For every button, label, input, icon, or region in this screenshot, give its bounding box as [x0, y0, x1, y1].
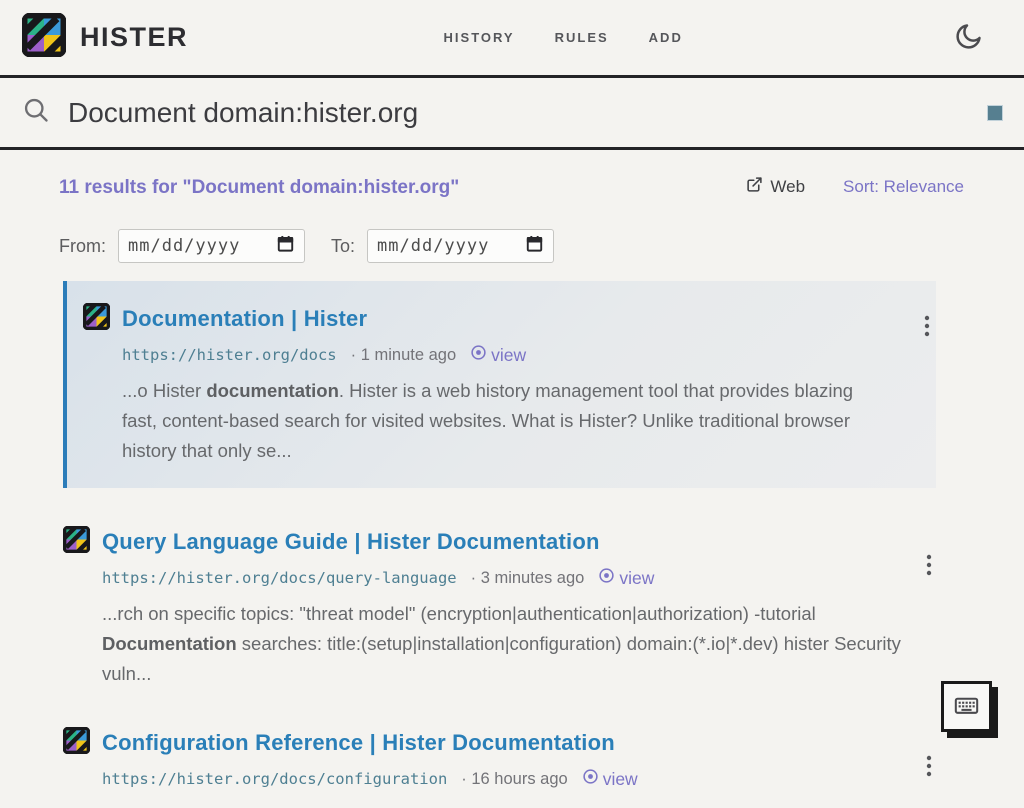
search-icon [22, 96, 50, 129]
external-link-icon [746, 176, 763, 198]
result-time: · 16 hours ago [461, 770, 567, 789]
result-menu-button[interactable] [922, 751, 936, 781]
result-menu-button[interactable] [920, 311, 934, 341]
to-date-input[interactable]: mm/dd/yyyy [367, 229, 554, 263]
calendar-icon[interactable] [525, 234, 544, 258]
eye-icon [598, 567, 615, 589]
main-nav: HISTORY RULES ADD [444, 30, 683, 45]
from-label: From: [59, 236, 106, 257]
hister-logo-icon [22, 13, 66, 62]
view-link[interactable]: view [598, 567, 654, 589]
nav-item-add[interactable]: ADD [649, 30, 683, 45]
nav-item-rules[interactable]: RULES [555, 30, 609, 45]
search-caret-indicator [988, 106, 1002, 120]
brand-name: HISTER [80, 22, 188, 53]
eye-icon [470, 344, 487, 366]
nav-item-history[interactable]: HISTORY [444, 30, 515, 45]
result-title[interactable]: Documentation | Hister [122, 306, 367, 332]
results-count: 11 results for "Document domain:hister.o… [59, 177, 459, 199]
result-card[interactable]: Query Language Guide | Hister Documentat… [63, 526, 964, 689]
keyboard-shortcuts-button[interactable] [941, 681, 992, 732]
result-snippet: ...rch on specific topics: "threat model… [102, 599, 902, 689]
keyboard-icon [953, 692, 980, 722]
date-filters: From: mm/dd/yyyy To: mm/dd/yyyy [59, 229, 964, 263]
result-url[interactable]: https://hister.org/docs/query-language [102, 569, 457, 587]
result-time: · 1 minute ago [351, 346, 456, 365]
sort-selector[interactable]: Sort: Relevance [843, 177, 964, 197]
results-header: 11 results for "Document domain:hister.o… [59, 176, 964, 199]
to-label: To: [331, 236, 355, 257]
site-favicon [63, 727, 90, 759]
calendar-icon[interactable] [276, 234, 295, 258]
view-link[interactable]: view [470, 344, 526, 366]
site-favicon [83, 303, 110, 335]
view-link[interactable]: view [582, 768, 638, 790]
search-bar [0, 78, 1024, 150]
result-card[interactable]: Configuration Reference | Hister Documen… [63, 727, 964, 790]
result-title[interactable]: Configuration Reference | Hister Documen… [102, 730, 615, 756]
brand[interactable]: HISTER [22, 13, 188, 62]
result-title[interactable]: Query Language Guide | Hister Documentat… [102, 529, 600, 555]
result-url[interactable]: https://hister.org/docs [122, 346, 337, 364]
moon-icon [954, 21, 984, 54]
from-date-input[interactable]: mm/dd/yyyy [118, 229, 305, 263]
result-url[interactable]: https://hister.org/docs/configuration [102, 770, 447, 788]
search-input[interactable] [68, 97, 970, 129]
result-card[interactable]: Documentation | Hister https://hister.or… [63, 281, 936, 488]
results-list: Documentation | Hister https://hister.or… [59, 281, 964, 790]
result-time: · 3 minutes ago [471, 569, 585, 588]
results-page: 11 results for "Document domain:hister.o… [0, 150, 1024, 790]
web-search-link[interactable]: Web [746, 176, 805, 198]
app-header: HISTER HISTORY RULES ADD [0, 0, 1024, 78]
eye-icon [582, 768, 599, 790]
site-favicon [63, 526, 90, 558]
result-snippet: ...o Hister documentation. Hister is a w… [122, 376, 867, 466]
result-menu-button[interactable] [922, 550, 936, 580]
dark-mode-toggle[interactable] [954, 21, 984, 54]
